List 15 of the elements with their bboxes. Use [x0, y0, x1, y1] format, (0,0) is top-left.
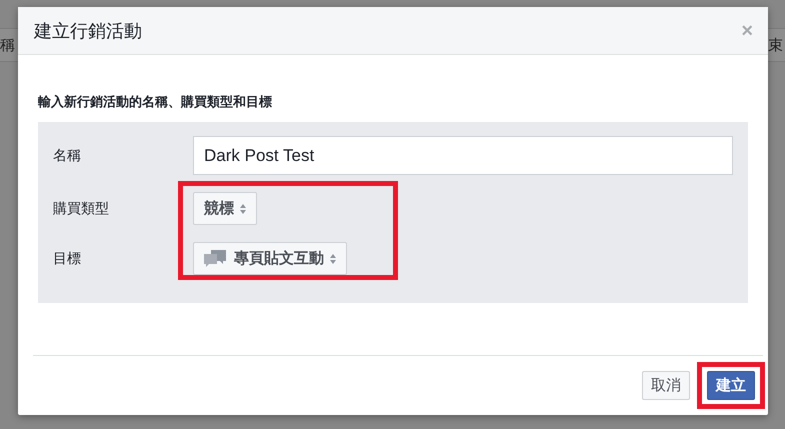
dropdown-button[interactable]: 專頁貼文互動	[193, 242, 347, 275]
name-field[interactable]: Dark Post Test	[193, 136, 733, 175]
dropdown-button[interactable]: 競標	[193, 192, 257, 225]
column-header: 束	[768, 36, 783, 55]
field-label: 名稱	[53, 146, 82, 164]
create-button[interactable]: 建立	[707, 371, 755, 400]
field-label: 目標	[53, 250, 82, 268]
sort-caret-icon	[240, 204, 246, 214]
instruction-text: 輸入新行銷活動的名稱、購買類型和目標	[38, 94, 273, 111]
dialog-title: 建立行銷活動	[34, 20, 142, 42]
field-label: 購買類型	[53, 200, 110, 218]
chat-bubbles-icon	[204, 250, 226, 267]
column-header: 稱	[0, 36, 15, 55]
cancel-button[interactable]: 取消	[642, 371, 690, 400]
sort-caret-icon	[330, 254, 336, 264]
